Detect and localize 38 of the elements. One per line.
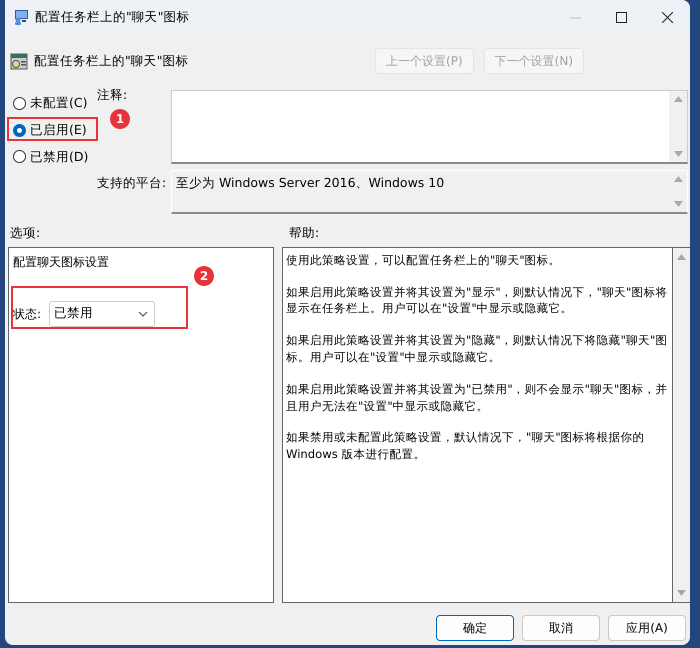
options-label: 选项: bbox=[10, 224, 42, 242]
radio-label[interactable]: 已启用(E) bbox=[30, 120, 87, 140]
help-paragraph: 使用此策略设置，可以配置任务栏上的"聊天"图标。 bbox=[286, 252, 562, 269]
radio-label[interactable]: 未配置(C) bbox=[30, 94, 88, 113]
comment-label: 注释: bbox=[97, 86, 128, 104]
scroll-up-icon bbox=[674, 96, 682, 102]
state-dropdown[interactable]: 已禁用 bbox=[49, 300, 156, 327]
chevron-down-icon bbox=[138, 310, 148, 317]
help-paragraph: 如果启用此策略设置并将其设置为"显示"，则默认情况下，"聊天"图标将显示在任务栏上。用户可以在"设置"中显示或隐藏它。 bbox=[286, 284, 668, 318]
scroll-down-icon bbox=[674, 151, 682, 157]
window-title: 配置任务栏上的"聊天"图标 bbox=[35, 8, 190, 26]
close-icon bbox=[662, 12, 672, 22]
radio-button[interactable] bbox=[13, 150, 26, 164]
scroll-up-icon bbox=[674, 176, 682, 182]
help-paragraph: 如果禁用或未配置此策略设置，默认情况下，"聊天"图标将根据你的 Windows 版本进行配置。 bbox=[286, 429, 646, 463]
step-badge: 1 bbox=[110, 108, 130, 129]
help-paragraph: 如果启用此策略设置并将其设置为"已禁用"，则不会显示"聊天"图标，并且用户无法在"设置"中显示或隐藏它。 bbox=[286, 380, 668, 414]
cancel-button[interactable]: 取消 bbox=[522, 614, 600, 641]
setting-title: 配置任务栏上的"聊天"图标 bbox=[34, 52, 188, 70]
options-heading: 配置聊天图标设置 bbox=[13, 254, 110, 271]
platform-label: 支持的平台: bbox=[97, 174, 168, 192]
help-label: 帮助: bbox=[289, 224, 320, 242]
radio-button[interactable] bbox=[13, 124, 26, 137]
help-paragraph: 如果启用此策略设置并将其设置为"隐藏"，则默认情况下将隐藏"聊天"图标。用户可以在"设置"中显示或隐藏它。 bbox=[286, 332, 668, 366]
policy-icon bbox=[10, 52, 28, 70]
radio-label[interactable]: 已禁用(D) bbox=[30, 148, 88, 166]
computer-icon bbox=[13, 9, 29, 25]
radio-button[interactable] bbox=[13, 96, 26, 110]
comment-field[interactable] bbox=[171, 90, 688, 164]
scroll-down-icon bbox=[674, 201, 682, 207]
apply-button[interactable]: 应用(A) bbox=[608, 614, 686, 641]
scroll-down-icon bbox=[677, 590, 686, 596]
maximize-icon bbox=[616, 12, 626, 22]
ok-button[interactable]: 确定 bbox=[436, 614, 514, 641]
state-label: 状态: bbox=[13, 306, 42, 323]
scroll-up-icon bbox=[677, 254, 686, 260]
step-badge: 2 bbox=[194, 266, 214, 286]
platform-value: 至少为 Windows Server 2016、Windows 10 bbox=[175, 174, 446, 192]
